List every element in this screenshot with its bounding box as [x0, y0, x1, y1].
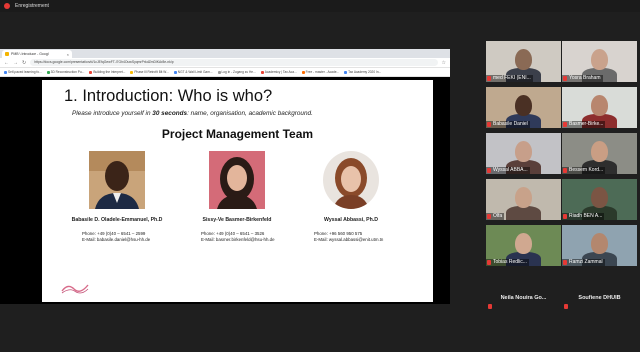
- bookmark-item[interactable]: Academicy | Tax Aca...: [260, 70, 297, 74]
- back-icon[interactable]: ←: [4, 60, 9, 66]
- bookmark-icon: [217, 70, 221, 74]
- member-photo: [89, 151, 145, 209]
- bookmark-icon: [46, 70, 50, 74]
- participant-name: Olfa: [486, 213, 505, 220]
- member-photo: [323, 151, 379, 209]
- organisation-logo: [60, 281, 90, 295]
- mic-muted-icon: [487, 76, 491, 81]
- bookmark-item[interactable]: Phase Ill Retrofit Blt W...: [130, 70, 169, 74]
- bookmark-icon: [130, 70, 134, 74]
- recording-bar: Enregistrement: [0, 0, 640, 12]
- slides-icon: [5, 52, 9, 56]
- member-photo: [209, 151, 265, 209]
- mic-muted-icon: [563, 168, 567, 173]
- participant-name: Wyssal ABBA...: [486, 167, 530, 174]
- browser-tabbar: PMB \ Introduce - Googl ×: [0, 49, 450, 58]
- participant-tile[interactable]: Riadh BEN A...: [562, 179, 637, 220]
- mic-muted-icon: [487, 214, 491, 219]
- member-name: Wyssal Abbassi, Ph.D: [324, 217, 378, 223]
- close-icon[interactable]: ×: [67, 52, 69, 57]
- bookmark-icon: [89, 70, 93, 74]
- member-contact: Phone: +49 (0)40 – 6541 – 3526 E-Mail: b…: [201, 231, 275, 242]
- bookmark-icon: [301, 70, 305, 74]
- participant-tile[interactable]: Neila Nouira Go...: [486, 271, 561, 311]
- mic-muted-icon: [487, 260, 491, 265]
- participant-tile[interactable]: Soufiene DHUIB: [562, 271, 637, 311]
- participant-tile[interactable]: Yosra Braham: [562, 41, 637, 82]
- participant-tile[interactable]: Tobias Redlic...: [486, 225, 561, 266]
- participant-name: Neila Nouira Go...: [500, 295, 547, 301]
- recording-label: Enregistrement: [15, 3, 49, 9]
- bookmark-item[interactable]: Building the Interpret...: [89, 70, 125, 74]
- mic-muted-icon: [563, 76, 567, 81]
- participant-name: med FEKI (ENI...: [486, 75, 533, 82]
- participant-tile[interactable]: Babasile Daniel: [486, 87, 561, 128]
- participant-name: Tobias Redlic...: [486, 259, 529, 266]
- star-icon[interactable]: ☆: [442, 60, 446, 66]
- mic-muted-icon: [564, 304, 568, 309]
- participant-name: Ramzi Zammal: [562, 259, 605, 266]
- slide-title: 1. Introduction: Who is who?: [64, 87, 273, 105]
- address-bar: ← → ↻ https://docs.google.com/presentati…: [0, 58, 450, 68]
- bookmark-item[interactable]: Log in - Zugang zu He...: [217, 70, 256, 74]
- bookmark-item[interactable]: 3D Reconstruction Pu...: [46, 70, 84, 74]
- participant-name: Riadh BEN A...: [562, 213, 605, 220]
- browser-tab[interactable]: PMB \ Introduce - Googl ×: [2, 50, 72, 58]
- recording-icon: [4, 3, 10, 9]
- participant-tile[interactable]: Olfa: [486, 179, 561, 220]
- bookmark-item[interactable]: NGT & Wall Limit Gam...: [173, 70, 213, 74]
- member-name: Babasile D. Oladele-Emmanuel, Ph.D: [71, 217, 163, 223]
- slide: 1. Introduction: Who is who? Please intr…: [42, 80, 433, 302]
- participant-name: Bessem Kord...: [562, 167, 606, 174]
- participant-tile[interactable]: Basmer-Birke...: [562, 87, 637, 128]
- bookmark-icon: [260, 70, 264, 74]
- member-name: Sissy-Ve Basmer-Birkenfeld: [202, 217, 272, 223]
- mic-muted-icon: [563, 260, 567, 265]
- mic-muted-icon: [563, 214, 567, 219]
- reload-icon[interactable]: ↻: [22, 60, 26, 66]
- bookmark-item[interactable]: Free - master - Acade...: [301, 70, 339, 74]
- mic-muted-icon: [488, 304, 492, 309]
- member-contact: Phone: +96 560 950 575 E-Mail: wyssal.ab…: [314, 231, 384, 242]
- participant-tile[interactable]: med FEKI (ENI...: [486, 41, 561, 82]
- forward-icon[interactable]: →: [13, 60, 18, 66]
- url-input[interactable]: https://docs.google.com/presentation/d/1…: [30, 59, 438, 66]
- bookmark-item[interactable]: Self-paced learning fo...: [4, 70, 42, 74]
- presentation-area: 1. Introduction: Who is who? Please intr…: [0, 77, 450, 304]
- participant-name: Yosra Braham: [562, 75, 603, 82]
- bookmark-icon: [344, 70, 348, 74]
- shared-browser-window: PMB \ Introduce - Googl × ← → ↻ https://…: [0, 49, 450, 304]
- tab-title: PMB \ Introduce - Googl: [11, 52, 49, 56]
- participant-tile[interactable]: Wyssal ABBA...: [486, 133, 561, 174]
- participant-tile[interactable]: Bessem Kord...: [562, 133, 637, 174]
- team-heading: Project Management Team: [161, 127, 314, 141]
- bookmark-icon: [4, 70, 7, 74]
- mic-muted-icon: [487, 122, 491, 127]
- slide-subtitle: Please introduce yourself in 30 seconds:…: [72, 110, 313, 117]
- bookmark-icon: [173, 70, 177, 74]
- member-contact: Phone: +49 (0)40 – 6541 – 2599 E-Mail: b…: [82, 231, 151, 242]
- participant-name: Basmer-Birke...: [562, 121, 606, 128]
- participant-tile[interactable]: Ramzi Zammal: [562, 225, 637, 266]
- bookmarks-bar: Self-paced learning fo... 3D Reconstructi…: [0, 68, 450, 77]
- participant-name: Soufiene DHUIB: [578, 295, 621, 301]
- participant-name: Babasile Daniel: [486, 121, 530, 128]
- bookmark-item[interactable]: Tax Academy 2020 In...: [344, 70, 381, 74]
- mic-muted-icon: [563, 122, 567, 127]
- mic-muted-icon: [487, 168, 491, 173]
